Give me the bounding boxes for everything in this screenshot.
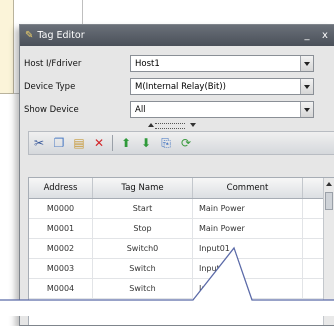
host-label: Host I/Fdriver bbox=[24, 58, 82, 69]
address-cell[interactable]: M0000 bbox=[29, 199, 93, 218]
show-device-row: Show Device All bbox=[20, 98, 334, 121]
cut-icon[interactable]: ✂ bbox=[31, 135, 47, 151]
collapse-up-icon[interactable] bbox=[148, 123, 154, 127]
tag-name-cell[interactable]: Start bbox=[93, 199, 193, 218]
tag-name-cell[interactable]: Switch0 bbox=[93, 239, 193, 258]
column-header-tag-name[interactable]: Tag Name bbox=[93, 178, 193, 198]
show-device-select-value: All bbox=[135, 104, 146, 115]
address-cell[interactable]: M0001 bbox=[29, 219, 93, 238]
toolbar-separator bbox=[112, 135, 113, 151]
move-up-icon[interactable]: ⬆ bbox=[118, 135, 134, 151]
table-row[interactable]: M0001 Stop Main Power bbox=[29, 219, 334, 239]
column-header-address[interactable]: Address bbox=[29, 178, 93, 198]
table-row[interactable]: M0002 Switch0 Input01 bbox=[29, 239, 334, 259]
tag-name-cell[interactable]: Stop bbox=[93, 219, 193, 238]
device-type-select[interactable]: M(Internal Relay(Bit)) bbox=[130, 78, 314, 95]
device-type-row: Device Type M(Internal Relay(Bit)) bbox=[20, 75, 334, 98]
device-type-select-value: M(Internal Relay(Bit)) bbox=[135, 81, 226, 92]
expand-down-icon[interactable] bbox=[190, 123, 196, 127]
refresh-icon[interactable]: ⟳ bbox=[178, 135, 194, 151]
column-header-comment[interactable]: Comment bbox=[193, 178, 303, 198]
address-cell[interactable]: M0003 bbox=[29, 259, 93, 278]
table-row[interactable]: M0003 Switch Input02 bbox=[29, 259, 334, 279]
show-device-select[interactable]: All bbox=[130, 101, 314, 118]
copy-icon[interactable]: ❐ bbox=[51, 135, 67, 151]
host-select[interactable]: Host1 bbox=[130, 55, 314, 72]
host-dropdown-button[interactable] bbox=[300, 56, 313, 71]
move-down-icon[interactable]: ⬇ bbox=[138, 135, 154, 151]
address-cell[interactable]: M0004 bbox=[29, 279, 93, 298]
comment-cell[interactable]: Main Power bbox=[193, 199, 303, 218]
scrollbar-thumb[interactable] bbox=[325, 192, 333, 210]
grid-vertical-scrollbar[interactable] bbox=[323, 178, 334, 325]
host-row: Host I/Fdriver Host1 bbox=[20, 52, 334, 75]
chevron-down-icon bbox=[304, 61, 310, 66]
address-cell[interactable]: M0002 bbox=[29, 239, 93, 258]
chevron-down-icon bbox=[304, 84, 310, 89]
scroll-up-icon[interactable] bbox=[326, 182, 332, 186]
show-device-label: Show Device bbox=[24, 104, 79, 115]
close-button[interactable]: x bbox=[316, 30, 334, 41]
delete-icon[interactable]: ✕ bbox=[91, 135, 107, 151]
window-title: Tag Editor bbox=[37, 30, 85, 41]
tag-name-cell[interactable]: Switch bbox=[93, 259, 193, 278]
device-type-label: Device Type bbox=[24, 81, 76, 92]
title-bar[interactable]: ✎ Tag Editor _ x bbox=[20, 25, 334, 46]
export-icon[interactable]: ⎘ bbox=[158, 135, 174, 151]
background-panel-fragment bbox=[0, 0, 14, 94]
tag-name-cell[interactable]: Switch bbox=[93, 279, 193, 298]
splitter-grip[interactable] bbox=[155, 123, 185, 129]
device-type-dropdown-button[interactable] bbox=[300, 79, 313, 94]
paste-icon[interactable]: ▤ bbox=[71, 135, 87, 151]
show-device-dropdown-button[interactable] bbox=[300, 102, 313, 117]
grid-header: Address Tag Name Comment bbox=[29, 178, 334, 199]
comment-cell[interactable]: Input01 bbox=[193, 239, 303, 258]
tag-grid: Address Tag Name Comment M0000 Start Mai… bbox=[28, 177, 334, 325]
tag-editor-icon: ✎ bbox=[25, 30, 34, 41]
table-row[interactable]: M0000 Start Main Power bbox=[29, 199, 334, 219]
grid-toolbar: ✂ ❐ ▤ ✕ ⬆ ⬇ ⎘ ⟳ bbox=[28, 131, 334, 155]
host-select-value: Host1 bbox=[135, 58, 160, 69]
comment-cell[interactable]: Input02 bbox=[193, 259, 303, 278]
table-row[interactable]: M0004 Switch Input03 bbox=[29, 279, 334, 299]
filter-form: Host I/Fdriver Host1 Device Type M(Inter… bbox=[20, 46, 334, 121]
comment-cell[interactable]: Input03 bbox=[193, 279, 303, 298]
splitter[interactable] bbox=[20, 121, 334, 131]
comment-cell[interactable]: Main Power bbox=[193, 219, 303, 238]
tag-editor-window: ✎ Tag Editor _ x Host I/Fdriver Host1 De… bbox=[19, 24, 334, 326]
chevron-down-icon bbox=[304, 107, 310, 112]
minimize-button[interactable]: _ bbox=[298, 30, 316, 41]
